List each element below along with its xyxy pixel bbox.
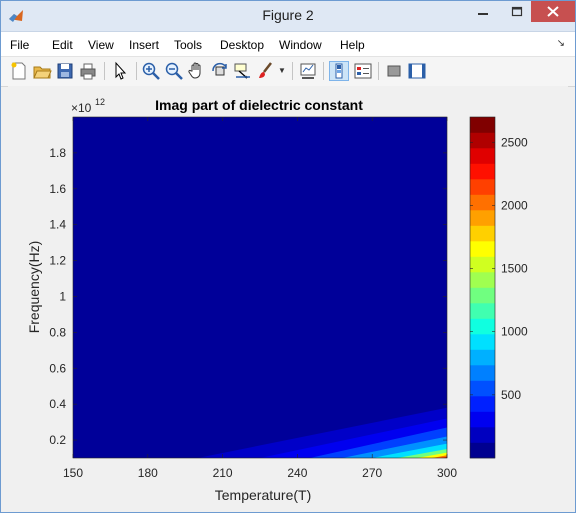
brush-dropdown-chevron-icon[interactable]: ▼ [278,66,286,75]
colorbar-segment [470,303,495,319]
close-icon [547,6,559,17]
colorbar-segment [470,163,495,180]
y-tick-label: 0.2 [49,433,66,447]
heatmap-background [73,117,447,458]
y-exponent-power: 12 [95,97,105,107]
open-file-icon[interactable] [32,61,52,81]
colorbar-segment [470,427,495,443]
colorbar-segment [470,225,495,242]
x-tick-label: 210 [213,466,233,480]
figure-window: Figure 2 File Edit View Insert Tools Des… [0,0,576,513]
y-tick-label: 1.2 [49,254,66,268]
colorbar-segment [470,380,495,397]
y-tick-label: 1.4 [49,218,66,232]
menu-insert[interactable]: Insert [129,38,159,52]
colorbar-tick-label: 500 [501,388,521,402]
colorbar-segment [470,396,495,412]
x-tick-label: 150 [63,466,83,480]
link-plot-icon[interactable] [298,61,318,81]
colorbar-tick-label: 1000 [501,325,528,339]
rotate-3d-icon[interactable] [210,61,230,81]
insert-colorbar-icon[interactable] [329,61,349,81]
zoom-in-icon[interactable] [141,61,161,81]
brush-icon[interactable] [256,61,276,81]
print-icon[interactable] [78,61,98,81]
colorbar-segment [470,241,495,257]
colorbar-segment [470,148,495,164]
minimize-icon [478,13,488,15]
menu-bar: File Edit View Insert Tools Desktop Wind… [1,32,575,56]
x-tick-label: 180 [138,466,158,480]
colorbar-segment [470,334,495,350]
colorbar-segment [470,117,495,133]
hide-plot-tools-icon[interactable] [384,61,404,81]
colorbar-segment [470,256,495,273]
maximize-icon [511,6,523,17]
colorbar-segment [470,194,495,211]
x-tick-label: 270 [362,466,382,480]
menu-edit[interactable]: Edit [52,38,73,52]
menu-tools[interactable]: Tools [174,38,202,52]
menu-window[interactable]: Window [279,38,322,52]
colorbar[interactable]: 500 1000 1500 2000 2500 [469,116,528,459]
colorbar-segment [470,210,495,226]
new-figure-icon[interactable] [9,61,29,81]
edit-plot-arrow-icon[interactable] [110,61,130,81]
y-tick-label: 0.6 [49,361,66,375]
y-exponent-base: ×10 [71,101,92,115]
colorbar-segment [470,442,495,459]
y-axis-label: Frequency(Hz) [26,241,42,334]
x-tick-label: 300 [437,466,457,480]
colorbar-segment [470,132,495,149]
colorbar-segment [470,365,495,381]
colorbar-tick-label: 2500 [501,135,528,149]
y-tick-label: 0.4 [49,397,66,411]
y-tick-label: 1.8 [49,146,66,160]
y-tick-label: 1 [59,289,66,303]
colorbar-segment [470,411,495,428]
y-tick-label: 0.8 [49,325,66,339]
colorbar-segment [470,272,495,288]
plot-axes[interactable]: 150 180 210 240 270 300 0.2 0.4 0.6 0.8 1 1.2 1.4 1.… [49,116,457,480]
maximize-button[interactable] [501,1,533,23]
dock-arrow-icon[interactable]: ↘ [557,38,565,49]
title-bar[interactable]: Figure 2 [1,1,575,32]
x-axis-label: Temperature(T) [215,487,311,503]
colorbar-segment [470,179,495,195]
show-plot-tools-icon[interactable] [407,61,427,81]
pan-hand-icon[interactable] [187,61,207,81]
colorbar-segment [470,349,495,366]
menu-view[interactable]: View [88,38,114,52]
menu-desktop[interactable]: Desktop [220,38,264,52]
colorbar-segment [470,287,495,304]
figure-canvas: Imag part of dielectric constant ×10 12 … [8,86,568,506]
x-tick-label: 240 [287,466,307,480]
colorbar-segment [470,318,495,335]
colorbar-tick-label: 2000 [501,198,528,212]
zoom-out-icon[interactable] [164,61,184,81]
colorbar-tick-label: 1500 [501,262,528,276]
y-tick-label: 1.6 [49,182,66,196]
close-button[interactable] [531,1,575,22]
figure-toolbar: ▼ [1,56,575,87]
menu-file[interactable]: File [10,38,29,52]
menu-help[interactable]: Help [340,38,365,52]
plot-svg: Imag part of dielectric constant ×10 12 … [26,97,528,503]
save-icon[interactable] [55,61,75,81]
data-cursor-icon[interactable] [233,61,253,81]
insert-legend-icon[interactable] [353,61,373,81]
minimize-button[interactable] [467,1,499,23]
chart-title: Imag part of dielectric constant [155,97,363,113]
